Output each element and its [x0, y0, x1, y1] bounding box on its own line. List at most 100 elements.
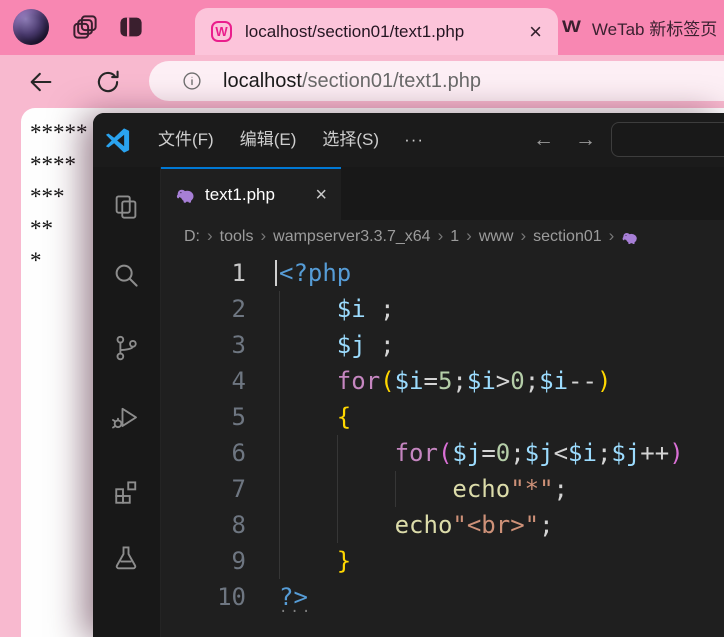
editor-forward-icon[interactable]: → [575, 113, 596, 167]
code-token: } [336, 547, 352, 575]
code-token: ; [539, 511, 554, 539]
browser-tab-title: localhost/section01/text1.php [245, 21, 465, 41]
vscode-logo-icon [104, 127, 131, 154]
code-token: $j [611, 439, 641, 467]
code-token: for [336, 367, 381, 395]
code-token: ?> [279, 583, 308, 611]
menu-more-icon[interactable]: ··· [392, 130, 436, 150]
breadcrumb-item[interactable]: wampserver3.3.7_x64 [273, 228, 430, 246]
php-elephant-icon [621, 229, 638, 246]
code-line-content: <?php [246, 255, 724, 291]
code-token: 0 [510, 367, 525, 395]
code-token: ; [510, 439, 525, 467]
wetab-icon: W [562, 17, 581, 37]
address-url: localhost/section01/text1.php [203, 70, 481, 93]
line-number: 3 [231, 331, 246, 359]
indent-guide [279, 363, 280, 399]
testing-icon[interactable] [111, 543, 141, 573]
indent-guide [279, 543, 280, 579]
profile-avatar[interactable] [13, 9, 49, 45]
code-token: "*" [510, 475, 554, 503]
url-host: localhost [223, 69, 302, 92]
address-bar[interactable]: localhost/section01/text1.php [149, 61, 724, 101]
source-control-icon[interactable] [111, 333, 141, 363]
code-token: -- [568, 367, 597, 395]
code-token: $i [394, 367, 424, 395]
breadcrumb-item[interactable]: www [479, 228, 514, 246]
back-arrow-icon[interactable] [27, 68, 55, 96]
code-token: ; [365, 331, 395, 359]
indent-guide [279, 327, 280, 363]
code-token: ( [437, 439, 453, 467]
run-debug-icon[interactable] [111, 403, 141, 433]
breadcrumb-item[interactable]: 1 [450, 228, 459, 246]
code-line-content: echo"<br>"; [246, 507, 724, 543]
code-token: 0 [495, 439, 511, 467]
tab-close-icon[interactable]: × [521, 20, 542, 43]
code-token: ; [524, 367, 540, 395]
indent-guide [279, 471, 280, 507]
workspaces-icon[interactable] [70, 12, 100, 42]
code-token: for [394, 439, 438, 467]
code-token: echo [394, 511, 453, 539]
code-token: 5 [437, 367, 453, 395]
editor-back-icon[interactable]: ← [533, 113, 554, 167]
menu-item[interactable]: 编辑(E) [227, 113, 310, 167]
command-center-search[interactable] [611, 122, 724, 157]
line-number: 9 [231, 547, 246, 575]
code-token: > [495, 367, 511, 395]
breadcrumb: D: › tools › wampserver3.3.7_x64 › 1 › www › secti… [161, 220, 724, 254]
code-token: ) [669, 439, 684, 467]
wamp-icon: W [211, 21, 232, 42]
code-token: $i [568, 439, 597, 467]
code-lines[interactable]: 1 <?php 2 $i ; 3 $j ; 4 for($i=5;$i>0;$i--) 5… [161, 254, 724, 619]
browser-tab-active[interactable]: W localhost/section01/text1.php × [195, 8, 558, 55]
breadcrumb-item[interactable]: D: [184, 228, 200, 246]
code-line-content: $i ; [246, 291, 724, 327]
indent-guide [336, 507, 338, 543]
code-token: <?php [279, 259, 352, 287]
browser-nav-bar: localhost/section01/text1.php [0, 55, 724, 108]
code-line-content: { [246, 399, 724, 435]
code-token: echo [452, 475, 511, 503]
code-token: < [553, 439, 569, 467]
code-token: ; [452, 367, 467, 395]
code-token: ) [596, 367, 612, 395]
breadcrumb-item[interactable]: section01 [533, 228, 602, 246]
url-path: /section01/text1.php [301, 69, 481, 92]
chevron-right-icon: › [207, 226, 213, 245]
code-line: 7 echo"*"; [161, 471, 724, 507]
browser-tab-bar: W localhost/section01/text1.php × W WeTa… [0, 0, 724, 55]
chevron-right-icon: › [260, 226, 267, 245]
vertical-tabs-icon[interactable] [116, 12, 146, 42]
indent-guide [279, 507, 280, 543]
line-number: 10 [217, 583, 246, 611]
search-icon[interactable] [111, 260, 141, 290]
chevron-right-icon: › [437, 226, 444, 245]
menu-item[interactable]: 文件(F) [145, 113, 227, 167]
menu-item[interactable]: 选择(S) [309, 113, 392, 167]
editor-group[interactable]: text1.php × D: › tools › wampserver3.3.7_x64… [161, 167, 724, 637]
info-icon[interactable] [181, 70, 203, 92]
line-number: 1 [231, 259, 246, 287]
line-number: 4 [231, 367, 246, 395]
code-token: ; [365, 295, 395, 323]
activity-bar [93, 167, 161, 637]
code-line-content: $j ; [246, 327, 724, 363]
code-line: 1 <?php [161, 255, 724, 291]
refresh-icon[interactable] [94, 68, 122, 96]
extensions-icon[interactable] [111, 477, 141, 507]
php-elephant-icon [175, 185, 195, 205]
breadcrumb-item[interactable]: tools [220, 228, 254, 246]
explorer-icon[interactable] [111, 192, 141, 222]
editor-tab-text1-php[interactable]: text1.php × [161, 167, 341, 220]
editor-tab-close-icon[interactable]: × [315, 185, 327, 205]
browser-tab-wetab[interactable]: W WeTab 新标签页 [562, 0, 724, 55]
code-token: $i [466, 367, 496, 395]
